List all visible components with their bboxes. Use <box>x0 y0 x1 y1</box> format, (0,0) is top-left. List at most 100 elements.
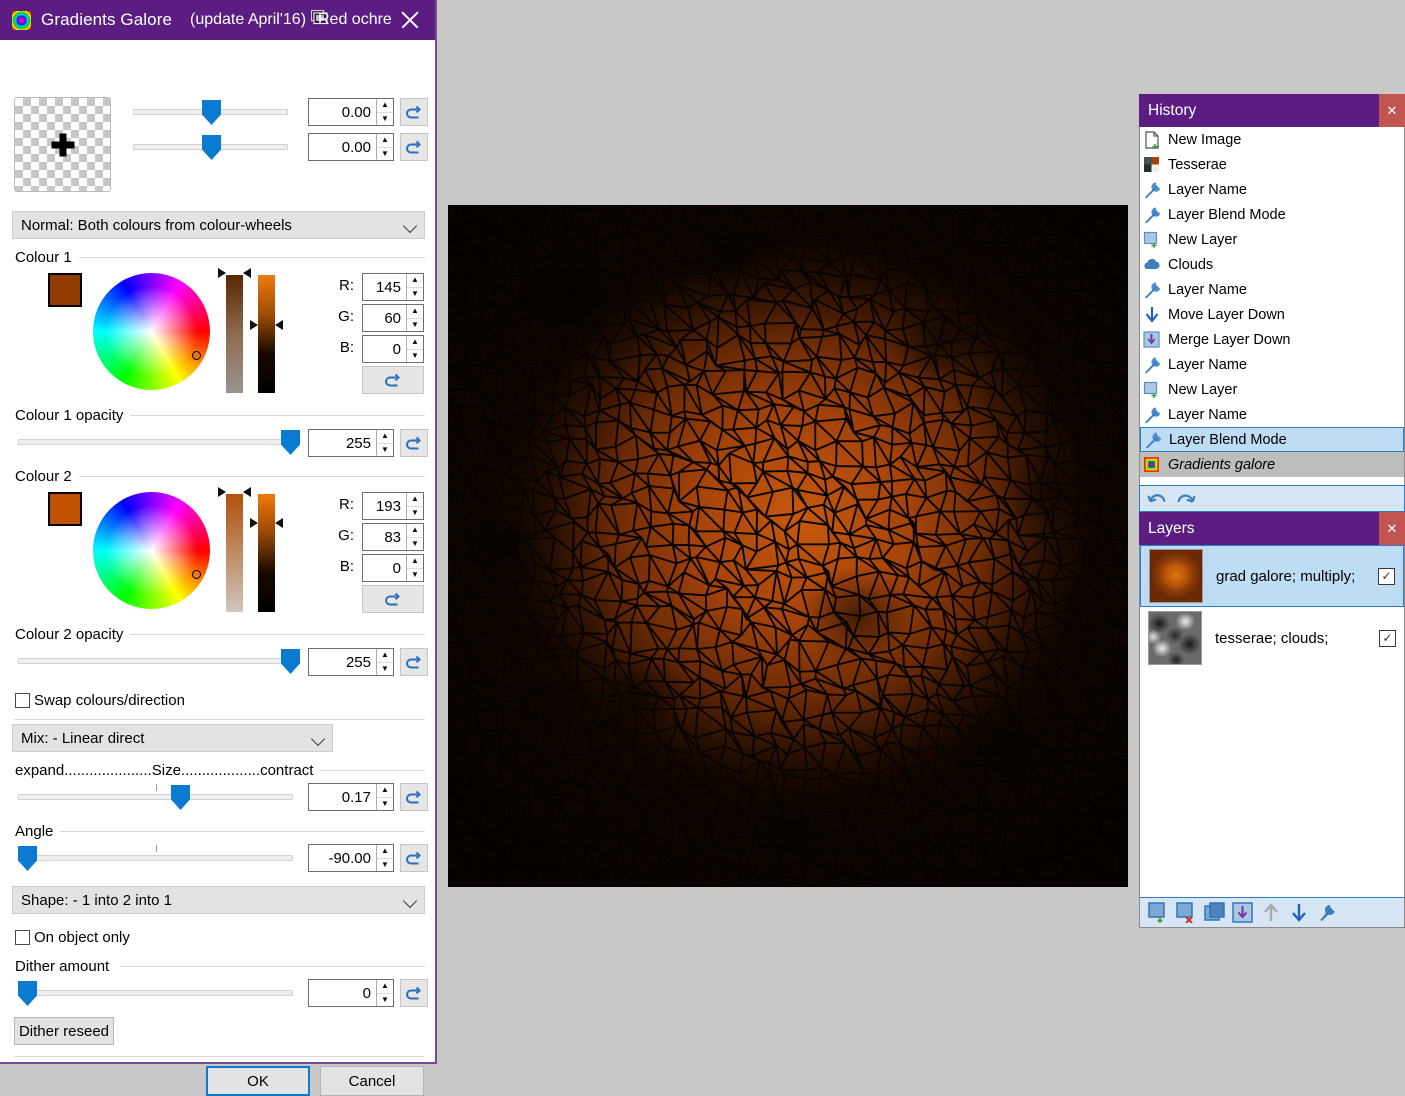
layer-visibility-checkbox[interactable]: ✓ <box>1378 567 1395 585</box>
colour2-opacity-reset-button[interactable] <box>400 648 428 676</box>
close-icon[interactable] <box>399 9 421 31</box>
history-item-8[interactable]: Merge Layer Down <box>1140 327 1404 352</box>
spinner-down-icon[interactable]: ▼ <box>377 442 393 457</box>
colour1-opacity-spinner[interactable]: 255 ▲ ▼ <box>308 429 394 457</box>
redo-icon[interactable] <box>1174 489 1197 508</box>
dither-spinner[interactable]: 0 ▲ ▼ <box>308 979 394 1007</box>
colour2-b-arrows[interactable]: ▲ ▼ <box>406 555 423 581</box>
history-item-11[interactable]: Layer Name <box>1140 402 1404 427</box>
colour1-opacity-arrows[interactable]: ▲ ▼ <box>376 430 393 456</box>
angle-slider-track[interactable] <box>18 855 293 861</box>
spinner-up-icon[interactable]: ▲ <box>377 845 393 858</box>
spinner-down-icon[interactable]: ▼ <box>407 505 423 520</box>
spinner-down-icon[interactable]: ▼ <box>407 567 423 582</box>
close-icon[interactable]: ✕ <box>1379 512 1405 545</box>
spinner-down-icon[interactable]: ▼ <box>377 857 393 872</box>
history-item-9[interactable]: Layer Name <box>1140 352 1404 377</box>
colour2-b-spinner[interactable]: 0 ▲ ▼ <box>362 554 424 582</box>
preview-thumbnail[interactable] <box>14 97 111 192</box>
offset-x-slider-thumb[interactable] <box>202 100 221 125</box>
colour2-opacity-arrows[interactable]: ▲ ▼ <box>376 649 393 675</box>
colour1-reset-button[interactable] <box>362 366 424 394</box>
size-spinner-arrows[interactable]: ▲ ▼ <box>376 784 393 810</box>
spinner-down-icon[interactable]: ▼ <box>407 317 423 332</box>
spinner-up-icon[interactable]: ▲ <box>407 493 423 506</box>
dither-spinner-arrows[interactable]: ▲ ▼ <box>376 980 393 1006</box>
layer-visibility-checkbox[interactable]: ✓ <box>1379 629 1396 647</box>
spinner-down-icon[interactable]: ▼ <box>377 661 393 676</box>
history-item-5[interactable]: Clouds <box>1140 252 1404 277</box>
colour2-opacity-thumb[interactable] <box>281 649 300 674</box>
spinner-up-icon[interactable]: ▲ <box>407 555 423 568</box>
merge-layer-down-icon[interactable] <box>1232 902 1254 923</box>
image-canvas[interactable] <box>448 205 1128 887</box>
colour2-wheel-marker[interactable] <box>192 570 201 579</box>
layer-row-0[interactable]: grad galore; multiply; ✓ <box>1140 545 1404 607</box>
move-layer-up-icon[interactable] <box>1260 902 1282 923</box>
spinner-up-icon[interactable]: ▲ <box>377 784 393 797</box>
undo-icon[interactable] <box>1146 489 1169 508</box>
colour2-saturation-marker[interactable] <box>218 487 251 498</box>
duplicate-layer-icon[interactable] <box>1204 902 1226 923</box>
spinner-down-icon[interactable]: ▼ <box>377 796 393 811</box>
layer-row-1[interactable]: tesserae; clouds; ✓ <box>1140 607 1404 669</box>
offset-y-spinner-arrows[interactable]: ▲ ▼ <box>376 134 393 160</box>
colour1-b-arrows[interactable]: ▲ ▼ <box>406 336 423 362</box>
history-item-12[interactable]: Layer Blend Mode <box>1140 427 1404 452</box>
spinner-down-icon[interactable]: ▼ <box>407 536 423 551</box>
layers-list[interactable]: grad galore; multiply; ✓ tesserae; clouds;… <box>1139 545 1405 897</box>
colour2-value-marker[interactable] <box>250 518 283 529</box>
size-reset-button[interactable] <box>400 783 428 811</box>
colour1-wheel[interactable] <box>93 273 210 390</box>
angle-spinner-arrows[interactable]: ▲ ▼ <box>376 845 393 871</box>
spinner-up-icon[interactable]: ▲ <box>377 134 393 147</box>
ok-button[interactable]: OK <box>206 1066 310 1096</box>
offset-x-reset-button[interactable] <box>400 98 428 126</box>
offset-y-spinner[interactable]: 0.00 ▲ ▼ <box>308 133 394 161</box>
colour2-g-spinner[interactable]: 83 ▲ ▼ <box>362 523 424 551</box>
offset-y-slider-thumb[interactable] <box>202 135 221 160</box>
colour2-g-arrows[interactable]: ▲ ▼ <box>406 524 423 550</box>
swap-colours-checkbox[interactable] <box>15 693 30 708</box>
offset-y-reset-button[interactable] <box>400 133 428 161</box>
layer-properties-icon[interactable] <box>1316 902 1338 923</box>
spinner-up-icon[interactable]: ▲ <box>377 99 393 112</box>
size-slider-thumb[interactable] <box>171 785 190 810</box>
on-object-only-checkbox[interactable] <box>15 930 30 945</box>
colour1-saturation-marker[interactable] <box>218 268 251 279</box>
add-layer-icon[interactable] <box>1148 902 1170 923</box>
dither-slider-track[interactable] <box>18 990 293 996</box>
spinner-up-icon[interactable]: ▲ <box>377 430 393 443</box>
angle-slider-thumb[interactable] <box>18 846 37 871</box>
history-item-13[interactable]: Gradients galore <box>1140 452 1404 477</box>
spinner-up-icon[interactable]: ▲ <box>407 274 423 287</box>
colour2-reset-button[interactable] <box>362 585 424 613</box>
colour1-wheel-marker[interactable] <box>192 351 201 360</box>
colour1-value-marker[interactable] <box>250 320 283 331</box>
history-item-10[interactable]: New Layer <box>1140 377 1404 402</box>
colour2-r-arrows[interactable]: ▲ ▼ <box>406 493 423 519</box>
colour1-g-spinner[interactable]: 60 ▲ ▼ <box>362 304 424 332</box>
history-item-3[interactable]: Layer Blend Mode <box>1140 202 1404 227</box>
cancel-button[interactable]: Cancel <box>320 1066 424 1096</box>
colour2-value-bar[interactable] <box>258 494 275 612</box>
spinner-down-icon[interactable]: ▼ <box>377 992 393 1007</box>
colour1-opacity-thumb[interactable] <box>281 430 300 455</box>
spinner-up-icon[interactable]: ▲ <box>377 980 393 993</box>
mix-combo[interactable]: Mix: - Linear direct <box>12 724 333 752</box>
colour1-r-arrows[interactable]: ▲ ▼ <box>406 274 423 300</box>
angle-spinner[interactable]: -90.00 ▲ ▼ <box>308 844 394 872</box>
colour1-opacity-track[interactable] <box>18 439 293 445</box>
colour2-opacity-track[interactable] <box>18 658 293 664</box>
spinner-up-icon[interactable]: ▲ <box>377 649 393 662</box>
offset-x-spinner[interactable]: 0.00 ▲ ▼ <box>308 98 394 126</box>
colour1-g-arrows[interactable]: ▲ ▼ <box>406 305 423 331</box>
colour1-b-spinner[interactable]: 0 ▲ ▼ <box>362 335 424 363</box>
history-item-0[interactable]: New Image <box>1140 127 1404 152</box>
spinner-down-icon[interactable]: ▼ <box>407 348 423 363</box>
colour2-saturation-bar[interactable] <box>226 494 243 612</box>
angle-reset-button[interactable] <box>400 844 428 872</box>
size-spinner[interactable]: 0.17 ▲ ▼ <box>308 783 394 811</box>
offset-x-spinner-arrows[interactable]: ▲ ▼ <box>376 99 393 125</box>
colour1-value-bar[interactable] <box>258 275 275 393</box>
